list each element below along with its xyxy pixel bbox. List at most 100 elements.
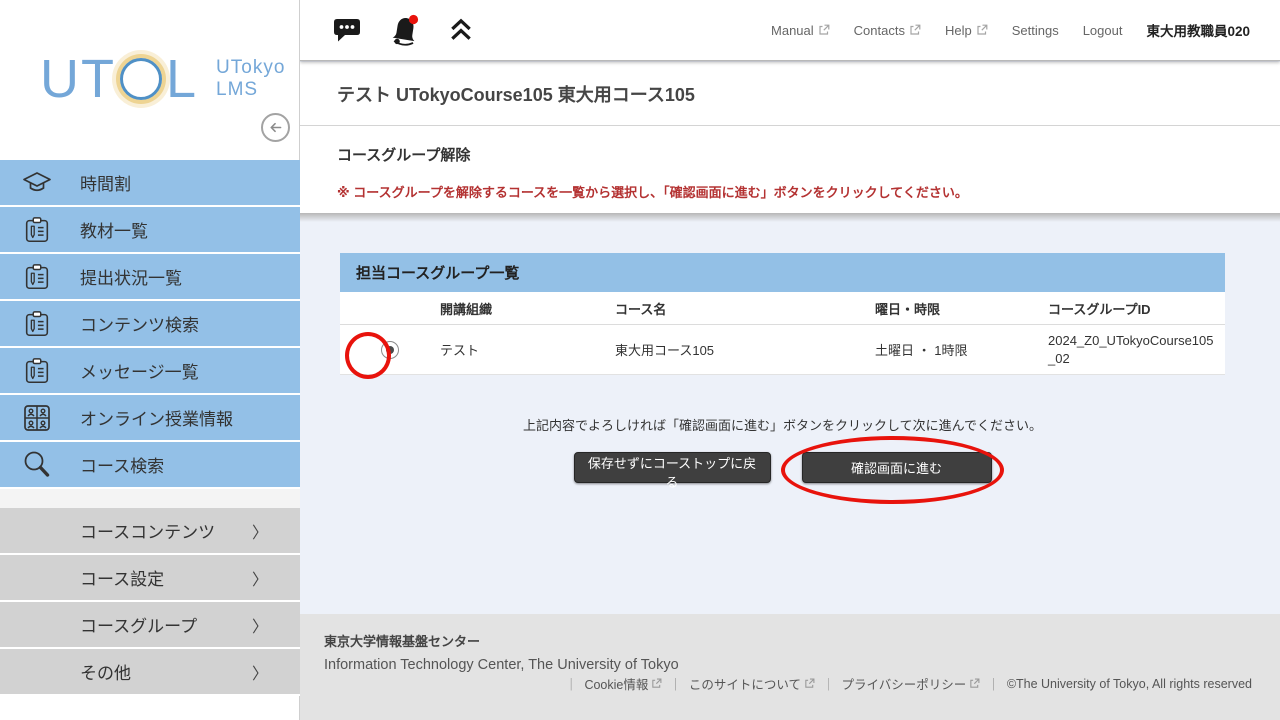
clipboard-icon bbox=[20, 260, 54, 294]
table-header-row: 開講組織 コース名 曜日・時限 コースグループID bbox=[340, 292, 1225, 325]
sidebar-collapse-button[interactable] bbox=[261, 113, 290, 142]
course-select-radio[interactable] bbox=[381, 341, 399, 359]
sidebar-item-course-group[interactable]: コースグループ 〉 bbox=[0, 602, 300, 649]
column-header-org: 開講組織 bbox=[440, 299, 615, 318]
logo-ring-icon bbox=[120, 58, 162, 100]
nav-label: Manual bbox=[771, 23, 814, 38]
footer-separator: ｜ bbox=[987, 674, 1000, 693]
table-title: 担当コースグループ一覧 bbox=[340, 253, 1225, 292]
messages-bubble-icon[interactable] bbox=[332, 16, 362, 44]
cell-course: 東大用コース105 bbox=[615, 340, 875, 359]
column-header-group-id: コースグループID bbox=[1048, 299, 1225, 318]
clipboard-icon bbox=[20, 354, 54, 388]
page-title: テスト UTokyoCourse105 東大用コース105 bbox=[337, 81, 695, 107]
cookie-info-link[interactable]: Cookie情報 bbox=[584, 674, 662, 693]
sidebar-item-submissions[interactable]: 提出状況一覧 bbox=[0, 254, 300, 301]
section-title: コースグループ解除 bbox=[337, 144, 1280, 165]
confirm-instruction: 上記内容でよろしければ「確認画面に進む」ボタンをクリックして次に進んでください。 bbox=[340, 415, 1225, 434]
header-icons bbox=[332, 13, 474, 47]
utol-logo[interactable]: UTL UTokyoLMS bbox=[40, 52, 285, 106]
nav-settings-link[interactable]: Settings bbox=[1012, 23, 1059, 38]
collapse-double-chevron-up-icon[interactable] bbox=[448, 17, 474, 43]
nav-label: Help bbox=[945, 23, 972, 38]
nav-contacts-link[interactable]: Contacts bbox=[854, 23, 921, 38]
footer-org-ja: 東京大学情報基盤センター bbox=[324, 631, 1280, 650]
privacy-policy-link[interactable]: プライバシーポリシー bbox=[842, 674, 981, 693]
footer-separator: ｜ bbox=[669, 674, 682, 693]
nav-label: Contacts bbox=[854, 23, 905, 38]
chevron-right-icon: 〉 bbox=[252, 566, 268, 590]
sidebar-item-label: コース検索 bbox=[80, 452, 164, 477]
sidebar-item-timetable[interactable]: 時間割 bbox=[0, 160, 300, 207]
sidebar-item-course-search[interactable]: コース検索 bbox=[0, 442, 300, 489]
sidebar-item-label: コース設定 bbox=[80, 565, 164, 590]
external-link-icon bbox=[804, 678, 815, 689]
radio-cell bbox=[340, 341, 440, 359]
chevron-right-icon: 〉 bbox=[252, 660, 268, 684]
column-header-course: コース名 bbox=[615, 299, 875, 318]
sidebar-item-label: コンテンツ検索 bbox=[80, 311, 199, 336]
radio-dot bbox=[386, 346, 394, 354]
course-group-table: 担当コースグループ一覧 開講組織 コース名 曜日・時限 コースグループID テス… bbox=[340, 253, 1225, 375]
user-name: 東大用教職員020 bbox=[1146, 20, 1250, 40]
external-link-icon bbox=[909, 24, 921, 36]
sidebar-item-label: 提出状況一覧 bbox=[80, 264, 182, 289]
online-class-icon bbox=[20, 401, 54, 435]
nav-label: Logout bbox=[1083, 23, 1123, 38]
external-link-icon bbox=[976, 24, 988, 36]
sidebar-item-label: コースグループ bbox=[80, 612, 197, 637]
nav-manual-link[interactable]: Manual bbox=[771, 23, 830, 38]
footer-link-label: Cookie情報 bbox=[584, 674, 648, 693]
course-title-band: テスト UTokyoCourse105 東大用コース105 bbox=[300, 62, 1280, 125]
footer: 東京大学情報基盤センター Information Technology Cent… bbox=[300, 614, 1280, 720]
footer-org-en: Information Technology Center, The Unive… bbox=[324, 657, 1280, 673]
sidebar-item-course-contents[interactable]: コースコンテンツ 〉 bbox=[0, 508, 300, 555]
section-band: コースグループ解除 ※ コースグループを解除するコースを一覧から選択し、「確認画… bbox=[300, 125, 1280, 213]
search-icon bbox=[20, 448, 54, 482]
nav-label: Settings bbox=[1012, 23, 1059, 38]
external-link-icon bbox=[969, 678, 980, 689]
clipboard-icon bbox=[20, 307, 54, 341]
about-site-link[interactable]: このサイトについて bbox=[689, 674, 815, 693]
nav-help-link[interactable]: Help bbox=[945, 23, 988, 38]
chevron-right-icon: 〉 bbox=[252, 519, 268, 543]
cell-group-id: 2024_Z0_UTokyoCourse105_02 bbox=[1048, 326, 1225, 373]
sidebar-item-label: その他 bbox=[80, 659, 131, 684]
column-header-daytime: 曜日・時限 bbox=[875, 299, 1048, 318]
logo-area: UTL UTokyoLMS bbox=[0, 0, 299, 160]
clipboard-icon bbox=[20, 213, 54, 247]
nav-logout-link[interactable]: Logout bbox=[1083, 23, 1123, 38]
footer-link-label: プライバシーポリシー bbox=[842, 674, 967, 693]
sidebar-item-messages[interactable]: メッセージ一覧 bbox=[0, 348, 300, 395]
footer-separator: ｜ bbox=[822, 674, 835, 693]
sidebar: UTL UTokyoLMS 時間割 bbox=[0, 0, 300, 720]
chevron-right-icon: 〉 bbox=[252, 613, 268, 637]
footer-separator: ｜ bbox=[565, 674, 578, 693]
sidebar-item-materials[interactable]: 教材一覧 bbox=[0, 207, 300, 254]
top-header: Manual Contacts Help Settings Logout 東大用… bbox=[300, 0, 1280, 61]
proceed-to-confirmation-button[interactable]: 確認画面に進む bbox=[802, 452, 992, 483]
sidebar-item-label: 時間割 bbox=[80, 170, 131, 195]
band-shadow bbox=[300, 213, 1280, 222]
utol-lms-screen: UTL UTokyoLMS 時間割 bbox=[0, 0, 1280, 720]
sidebar-menu: 時間割 教材一覧 提出状況一覧 コンテンツ検索 bbox=[0, 160, 300, 696]
action-buttons: 保存せずにコーストップに戻る 確認画面に進む bbox=[340, 452, 1225, 483]
sidebar-item-course-settings[interactable]: コース設定 〉 bbox=[0, 555, 300, 602]
back-to-course-top-button[interactable]: 保存せずにコーストップに戻る bbox=[574, 452, 771, 483]
sidebar-item-content-search[interactable]: コンテンツ検索 bbox=[0, 301, 300, 348]
sidebar-item-others[interactable]: その他 〉 bbox=[0, 649, 300, 696]
cell-daytime: 土曜日 ・ 1時限 bbox=[875, 340, 1048, 359]
sidebar-item-label: 教材一覧 bbox=[80, 217, 148, 242]
cell-org: テスト bbox=[440, 340, 615, 359]
sidebar-item-online-class-info[interactable]: オンライン授業情報 bbox=[0, 395, 300, 442]
graduation-cap-icon bbox=[20, 166, 54, 200]
arrow-left-icon bbox=[267, 119, 284, 136]
footer-copyright: ©The University of Tokyo, All rights res… bbox=[1007, 677, 1252, 691]
sidebar-item-label: メッセージ一覧 bbox=[80, 358, 199, 383]
external-link-icon bbox=[818, 24, 830, 36]
header-nav: Manual Contacts Help Settings Logout 東大用… bbox=[771, 20, 1280, 40]
sidebar-section-divider bbox=[0, 489, 300, 508]
table-row: テスト 東大用コース105 土曜日 ・ 1時限 2024_Z0_UTokyoCo… bbox=[340, 325, 1225, 375]
notifications-bell-icon[interactable] bbox=[388, 13, 422, 47]
external-link-icon bbox=[651, 678, 662, 689]
